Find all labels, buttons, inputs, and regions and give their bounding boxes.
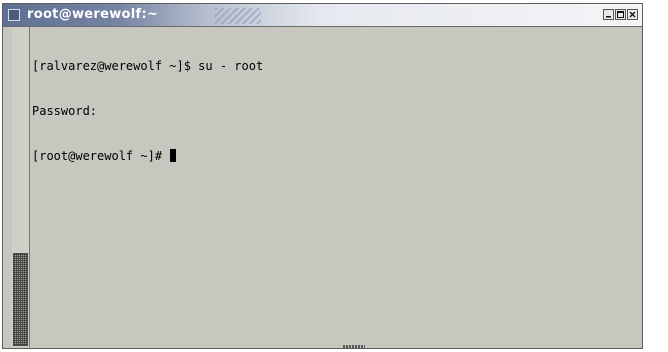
resize-handle[interactable] (343, 345, 365, 348)
window-controls (603, 9, 638, 20)
minimize-icon[interactable] (603, 9, 614, 20)
terminal-prompt: [root@werewolf ~]# (32, 149, 170, 163)
close-icon[interactable] (627, 9, 638, 20)
window-title: root@werewolf:~ (27, 7, 159, 22)
terminal-line: Password: (32, 104, 98, 118)
terminal-window: root@werewolf:~ [ralvarez@werewolf ~]$ s… (2, 3, 643, 349)
title-decoration (215, 8, 261, 24)
terminal-scrollbar[interactable] (12, 27, 30, 347)
text-cursor (170, 149, 177, 162)
system-menu-icon[interactable] (8, 9, 20, 21)
maximize-icon[interactable] (615, 9, 626, 20)
window-left-border (3, 27, 12, 347)
terminal-prompt-line[interactable]: [root@werewolf ~]# (32, 149, 638, 164)
terminal-line: [ralvarez@werewolf ~]$ su - root (32, 59, 264, 73)
title-bar[interactable]: root@werewolf:~ (3, 4, 642, 27)
terminal-output[interactable]: [ralvarez@werewolf ~]$ su - root Passwor… (32, 29, 638, 344)
scrollbar-thumb[interactable] (13, 253, 28, 346)
